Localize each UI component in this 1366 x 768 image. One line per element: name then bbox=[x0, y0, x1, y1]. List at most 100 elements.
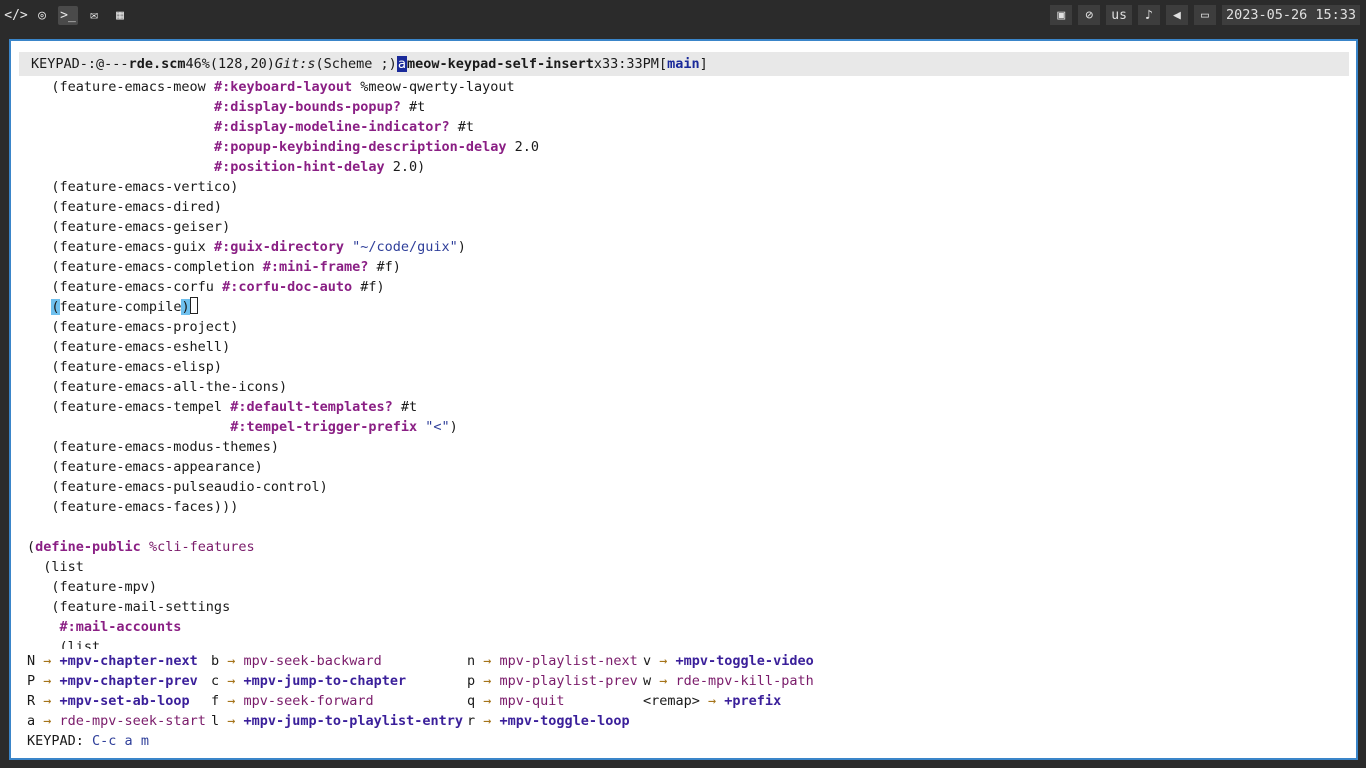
modeline-time: 3:33PM bbox=[610, 56, 659, 72]
code-line[interactable]: (list bbox=[27, 637, 1347, 649]
keyhint-command: +mpv-toggle-video bbox=[675, 653, 814, 669]
code-line[interactable]: #:display-modeline-indicator? #t bbox=[27, 117, 1347, 137]
code-line[interactable]: (feature-mail-settings bbox=[27, 597, 1347, 617]
keyhint-item[interactable]: <remap> → +prefix bbox=[643, 691, 781, 711]
keyhint-command: mpv-playlist-next bbox=[499, 653, 638, 669]
code-line[interactable]: (list bbox=[27, 557, 1347, 577]
mail-icon[interactable]: ✉ bbox=[84, 6, 104, 25]
code-line[interactable]: (feature-emacs-geiser) bbox=[27, 217, 1347, 237]
keyhint-command: rde-mpv-seek-start bbox=[59, 713, 206, 729]
modeline-branch-open: [ bbox=[658, 56, 668, 72]
microphone-icon[interactable]: ♪ bbox=[1137, 5, 1160, 25]
code-line[interactable]: #:mail-accounts bbox=[27, 617, 1347, 637]
modeline-vcs[interactable]: Git:s bbox=[275, 56, 316, 72]
keyhint-item[interactable]: R → +mpv-set-ab-loop bbox=[27, 691, 190, 711]
code-line[interactable]: (feature-emacs-faces))) bbox=[27, 497, 1347, 517]
code-line[interactable]: #:display-bounds-popup? #t bbox=[27, 97, 1347, 117]
keyhint-item[interactable]: r → +mpv-toggle-loop bbox=[467, 711, 630, 731]
code-line[interactable]: (feature-emacs-tempel #:default-template… bbox=[27, 397, 1347, 417]
keyhint-item[interactable]: c → +mpv-jump-to-chapter bbox=[211, 671, 406, 691]
code-line[interactable]: (feature-emacs-pulseaudio-control) bbox=[27, 477, 1347, 497]
code-line[interactable] bbox=[27, 517, 1347, 537]
keyhint-item[interactable]: b → mpv-seek-backward bbox=[211, 651, 382, 671]
keyhint-command: +mpv-chapter-prev bbox=[59, 673, 198, 689]
code-text: (feature-emacs-faces))) bbox=[27, 499, 239, 515]
code-line[interactable]: (feature-emacs-elisp) bbox=[27, 357, 1347, 377]
system-top-bar: </> ◎ >_ ✉ ▦ ▣ ⊘ us ♪ ◀ ▭ 2023-05-26 15:… bbox=[0, 0, 1366, 31]
code-line[interactable]: (feature-emacs-completion #:mini-frame? … bbox=[27, 257, 1347, 277]
speaker-icon[interactable]: ◀ bbox=[1165, 5, 1188, 25]
code-text: #t bbox=[400, 99, 426, 115]
code-line[interactable]: #:tempel-trigger-prefix "<") bbox=[27, 417, 1347, 437]
modeline-major-mode[interactable]: (Scheme ;) bbox=[316, 56, 397, 72]
keyhint-item[interactable]: a → rde-mpv-seek-start bbox=[27, 711, 206, 731]
code-text: (feature-emacs-tempel bbox=[27, 399, 231, 415]
modeline-command: meow-keypad-self-insert bbox=[406, 56, 594, 72]
arrow-icon: → bbox=[475, 673, 500, 689]
keyhint-item[interactable]: l → +mpv-jump-to-playlist-entry bbox=[211, 711, 463, 731]
film-icon[interactable]: ▦ bbox=[110, 6, 130, 25]
code-line[interactable]: #:popup-keybinding-description-delay 2.0 bbox=[27, 137, 1347, 157]
keyhint-item[interactable]: p → mpv-playlist-prev bbox=[467, 671, 638, 691]
code-text: (feature-mail-settings bbox=[27, 599, 231, 615]
code-text: ) bbox=[449, 419, 458, 435]
editor-buffer[interactable]: (feature-emacs-meow #:keyboard-layout %m… bbox=[27, 77, 1347, 649]
keyhint-item[interactable]: n → mpv-playlist-next bbox=[467, 651, 638, 671]
code-line[interactable]: (feature-emacs-all-the-icons) bbox=[27, 377, 1347, 397]
modeline-extra: @--- bbox=[96, 56, 129, 72]
echo-keys: C-c a m bbox=[92, 733, 149, 749]
code-icon[interactable]: </> bbox=[4, 6, 27, 25]
code-line[interactable]: (feature-emacs-meow #:keyboard-layout %m… bbox=[27, 77, 1347, 97]
keyhint-key: n bbox=[467, 653, 476, 669]
code-line[interactable]: #:position-hint-delay 2.0) bbox=[27, 157, 1347, 177]
code-line[interactable]: (feature-emacs-vertico) bbox=[27, 177, 1347, 197]
code-keyword: define-public bbox=[35, 539, 141, 555]
keyboard-layout[interactable]: us bbox=[1106, 5, 1132, 25]
keyhint-command: rde-mpv-kill-path bbox=[675, 673, 814, 689]
code-line[interactable]: (feature-emacs-eshell) bbox=[27, 337, 1347, 357]
code-keyword: #:default-templates? bbox=[230, 399, 393, 415]
modeline-branch[interactable]: main bbox=[667, 56, 700, 72]
code-text: (feature-emacs-geiser) bbox=[27, 219, 231, 235]
code-keyword: #:position-hint-delay bbox=[213, 159, 385, 175]
screen-icon[interactable]: ▣ bbox=[1050, 5, 1073, 25]
code-text: (feature-emacs-all-the-icons) bbox=[27, 379, 288, 395]
code-line[interactable]: (feature-emacs-appearance) bbox=[27, 457, 1347, 477]
system-tray: ▣ ⊘ us ♪ ◀ ▭ 2023-05-26 15:33 bbox=[1050, 5, 1360, 25]
keyhint-item[interactable]: v → +mpv-toggle-video bbox=[643, 651, 814, 671]
code-line[interactable]: (feature-emacs-dired) bbox=[27, 197, 1347, 217]
battery-icon[interactable]: ▭ bbox=[1193, 5, 1216, 25]
chrome-icon[interactable]: ◎ bbox=[32, 6, 52, 25]
code-line[interactable]: (define-public %cli-features bbox=[27, 537, 1347, 557]
code-line[interactable]: (feature-mpv) bbox=[27, 577, 1347, 597]
code-keyword: #:corfu-doc-auto bbox=[222, 279, 353, 295]
code-text: (feature-emacs-vertico) bbox=[27, 179, 239, 195]
keyhint-key: a bbox=[27, 713, 36, 729]
terminal-icon[interactable]: >_ bbox=[58, 6, 78, 25]
keyhint-item[interactable]: w → rde-mpv-kill-path bbox=[643, 671, 814, 691]
code-line[interactable]: (feature-emacs-project) bbox=[27, 317, 1347, 337]
code-text: 2.0) bbox=[384, 159, 426, 175]
code-line[interactable]: (feature-compile) bbox=[27, 297, 1347, 317]
keyhint-item[interactable]: P → +mpv-chapter-prev bbox=[27, 671, 198, 691]
text-cursor bbox=[189, 297, 198, 314]
code-line[interactable]: (feature-emacs-corfu #:corfu-doc-auto #f… bbox=[27, 277, 1347, 297]
code-line[interactable]: (feature-emacs-guix #:guix-directory "~/… bbox=[27, 237, 1347, 257]
code-text: (feature-emacs-appearance) bbox=[27, 459, 263, 475]
matching-paren: ) bbox=[181, 299, 190, 315]
code-line[interactable]: (feature-emacs-modus-themes) bbox=[27, 437, 1347, 457]
workspace-icons: </> ◎ >_ ✉ ▦ bbox=[4, 6, 130, 25]
keyhint-key: N bbox=[27, 653, 36, 669]
keyhint-item[interactable]: f → mpv-seek-forward bbox=[211, 691, 374, 711]
keyhint-item[interactable]: N → +mpv-chapter-next bbox=[27, 651, 198, 671]
keyhint-key: v bbox=[643, 653, 652, 669]
modeline-buffer-name[interactable]: rde.scm bbox=[129, 56, 186, 72]
eye-off-icon[interactable]: ⊘ bbox=[1078, 5, 1101, 25]
keyhint-key: l bbox=[211, 713, 220, 729]
echo-label: KEYPAD: bbox=[27, 733, 84, 749]
keyhint-item[interactable]: q → mpv-quit bbox=[467, 691, 565, 711]
